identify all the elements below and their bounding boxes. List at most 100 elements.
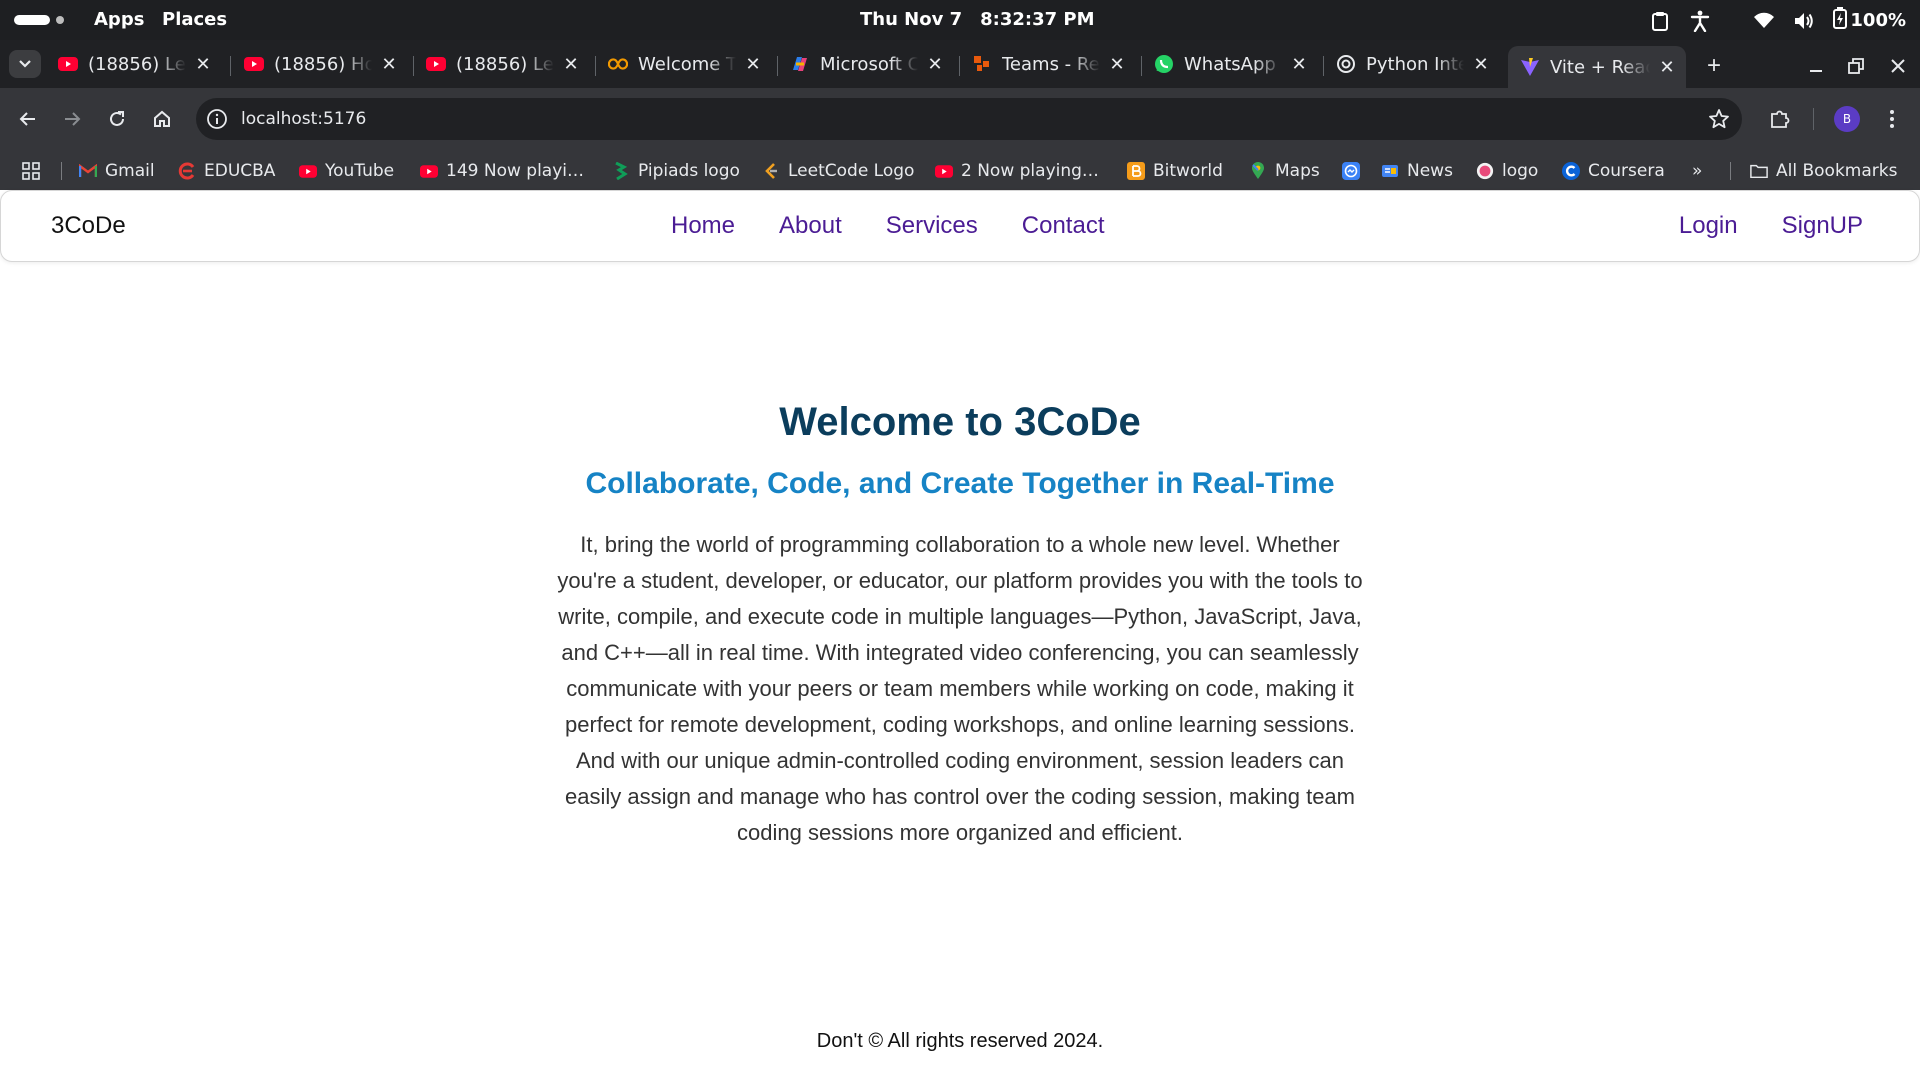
- tab-divider: [230, 56, 231, 76]
- browser-tab[interactable]: (18856) Lea ✕: [46, 46, 222, 82]
- profile-avatar[interactable]: B: [1834, 106, 1860, 132]
- hero-description: It, bring the world of programming colla…: [557, 532, 1363, 845]
- extensions-button[interactable]: [1764, 103, 1796, 135]
- teams-icon: [972, 54, 992, 74]
- accessibility-icon[interactable]: [1689, 9, 1711, 33]
- bookmark-item[interactable]: News: [1381, 158, 1453, 184]
- bookmark-item[interactable]: Pipiads logo: [612, 158, 740, 184]
- close-icon[interactable]: ✕: [380, 54, 398, 75]
- browser-tab[interactable]: Welcome T ✕: [596, 46, 772, 82]
- more-bookmarks-label: »: [1692, 161, 1703, 181]
- new-tab-button[interactable]: +: [1700, 52, 1728, 80]
- minimize-button[interactable]: [1802, 52, 1830, 80]
- youtube-icon: [244, 54, 264, 74]
- bookmark-item[interactable]: Coursera: [1562, 158, 1665, 184]
- places-menu[interactable]: Places: [162, 9, 227, 30]
- browser-tab[interactable]: WhatsApp ✕: [1142, 46, 1318, 82]
- close-icon[interactable]: ✕: [926, 54, 944, 75]
- browser-menu-button[interactable]: [1876, 103, 1908, 135]
- bookmark-item[interactable]: logo: [1476, 158, 1538, 184]
- educba-icon: [178, 162, 196, 180]
- bookmark-item[interactable]: EDUCBA: [178, 158, 275, 184]
- home-button[interactable]: [146, 103, 178, 135]
- copilot-icon: [790, 54, 810, 74]
- address-text[interactable]: localhost:5176: [241, 109, 366, 129]
- bookmark-label: News: [1407, 161, 1453, 181]
- close-icon[interactable]: ✕: [1290, 54, 1308, 75]
- bookmark-item[interactable]: 149 Now playi…: [420, 158, 584, 184]
- workspace-active-indicator: [14, 15, 50, 25]
- close-icon: [1891, 59, 1905, 73]
- close-icon[interactable]: ✕: [562, 54, 580, 75]
- bookmark-label: 149 Now playi…: [446, 161, 584, 181]
- clipboard-icon[interactable]: [1649, 9, 1671, 33]
- close-icon[interactable]: ✕: [744, 54, 762, 75]
- plus-icon: +: [1706, 52, 1721, 79]
- tab-title: Python Inte: [1366, 53, 1464, 75]
- folder-icon: [1750, 162, 1768, 180]
- nav-services-link[interactable]: Services: [886, 212, 978, 240]
- bookmark-item[interactable]: 2 Now playing…: [935, 158, 1099, 184]
- bookmark-label: 2 Now playing…: [961, 161, 1099, 181]
- bookmark-item[interactable]: YouTube: [299, 158, 394, 184]
- bookmark-label: Maps: [1275, 161, 1320, 181]
- site-navbar: 3CoDe Home About Services Contact Login …: [0, 190, 1920, 262]
- tab-search-button[interactable]: [9, 50, 41, 78]
- bookmark-item[interactable]: Gmail: [79, 158, 155, 184]
- clock[interactable]: Thu Nov 7 8:32:37 PM: [860, 9, 1095, 30]
- tab-title: (18856) Ho: [274, 53, 372, 75]
- hero-subtitle: Collaborate, Code, and Create Together i…: [585, 467, 1335, 500]
- arrow-left-icon: [19, 112, 35, 126]
- restore-button[interactable]: [1842, 52, 1870, 80]
- more-bookmarks-button[interactable]: »: [1692, 158, 1702, 184]
- all-bookmarks-label: All Bookmarks: [1776, 161, 1898, 181]
- all-bookmarks-button[interactable]: All Bookmarks: [1750, 158, 1897, 184]
- tab-title: Teams - Re: [1002, 53, 1100, 75]
- login-link[interactable]: Login: [1679, 212, 1738, 240]
- volume-icon: [1793, 9, 1815, 33]
- browser-tab-active[interactable]: Vite + Reac ✕: [1508, 46, 1686, 88]
- address-bar[interactable]: localhost:5176: [196, 98, 1742, 140]
- puzzle-icon: [1771, 110, 1790, 128]
- activities-indicator[interactable]: [14, 15, 64, 25]
- nav-about-link[interactable]: About: [779, 212, 842, 240]
- close-window-button[interactable]: [1884, 52, 1912, 80]
- browser-tab[interactable]: (18856) Lea ✕: [414, 46, 590, 82]
- browser-tab[interactable]: Microsoft C ✕: [778, 46, 954, 82]
- leetcode-icon: [762, 162, 780, 180]
- news-icon: [1381, 162, 1399, 180]
- bookmark-label: Bitworld: [1153, 161, 1223, 181]
- reload-button[interactable]: [101, 103, 133, 135]
- youtube-icon: [58, 54, 78, 74]
- bookmark-item[interactable]: LeetCode Logo: [762, 158, 914, 184]
- apps-grid-button[interactable]: [22, 158, 40, 184]
- nav-contact-link[interactable]: Contact: [1022, 212, 1105, 240]
- clock-time: 8:32:37 PM: [980, 9, 1095, 30]
- system-tray[interactable]: 100%: [1649, 7, 1906, 34]
- web-page: 3CoDe Home About Services Contact Login …: [0, 190, 1920, 1080]
- bookmarks-bar: Gmail EDUCBA YouTube 149 Now playi… Pipi…: [0, 150, 1920, 190]
- tab-title: (18856) Lea: [456, 53, 554, 75]
- close-icon[interactable]: ✕: [1658, 57, 1676, 78]
- pipiads-icon: [612, 162, 630, 180]
- site-brand[interactable]: 3CoDe: [51, 212, 126, 240]
- close-icon[interactable]: ✕: [1108, 54, 1126, 75]
- back-button[interactable]: [12, 103, 44, 135]
- clock-date: Thu Nov 7: [860, 9, 963, 30]
- forward-button[interactable]: [56, 103, 88, 135]
- nav-home-link[interactable]: Home: [671, 212, 735, 240]
- youtube-icon: [420, 162, 438, 180]
- site-info-icon[interactable]: [206, 108, 228, 130]
- whatsapp-icon: [1154, 54, 1174, 74]
- bookmark-item[interactable]: [1342, 158, 1360, 184]
- browser-tab[interactable]: Python Inte ✕: [1324, 46, 1500, 82]
- bookmark-item[interactable]: Bitworld: [1127, 158, 1223, 184]
- bookmark-star-icon[interactable]: [1708, 108, 1730, 130]
- close-icon[interactable]: ✕: [1472, 54, 1490, 75]
- signup-link[interactable]: SignUP: [1782, 212, 1863, 240]
- bookmark-item[interactable]: Maps: [1249, 158, 1320, 184]
- close-icon[interactable]: ✕: [194, 54, 212, 75]
- browser-tab[interactable]: (18856) Ho ✕: [232, 46, 408, 82]
- browser-tab[interactable]: Teams - Re ✕: [960, 46, 1136, 82]
- apps-menu[interactable]: Apps: [94, 9, 144, 30]
